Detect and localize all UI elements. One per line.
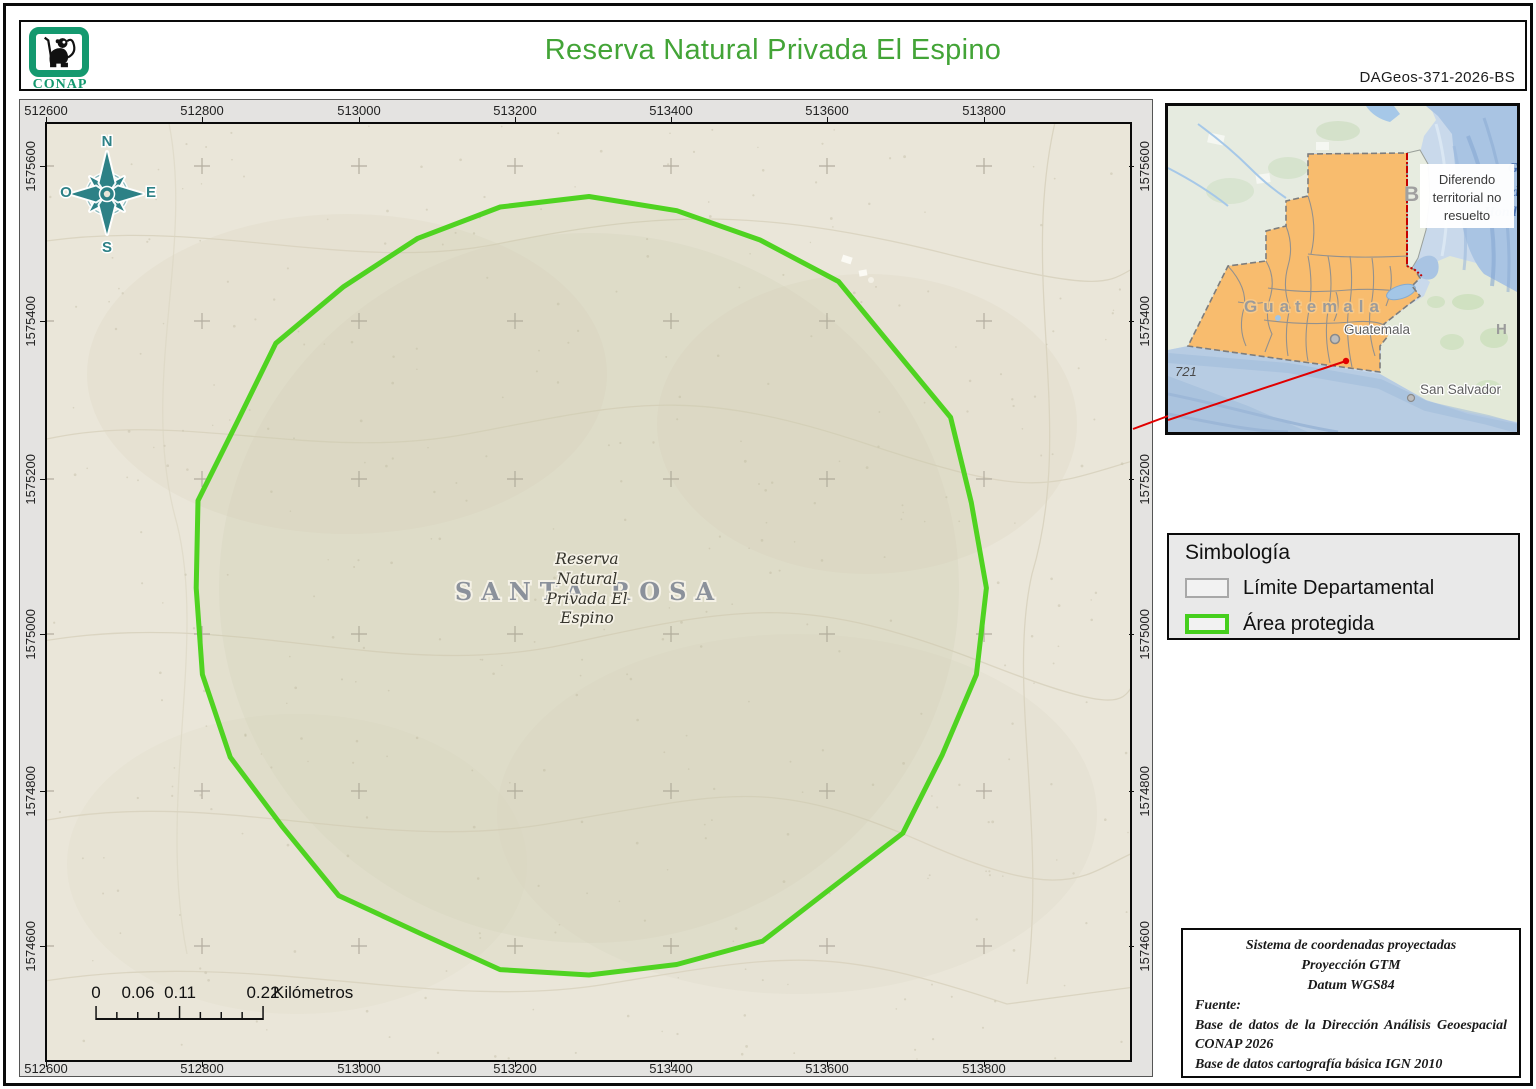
svg-text:Espino: Espino [559,609,613,627]
svg-text:Privada El: Privada El [545,590,627,608]
svg-text:Reserva: Reserva [554,550,618,568]
x-coordinate-label: 513000 [329,103,389,118]
axis-tick [984,117,985,122]
scale-label-011: 0.11 [164,983,196,1002]
axis-tick [515,1062,516,1067]
x-coordinate-label: 513800 [954,103,1014,118]
legend-panel: Simbología Límite Departamental Área pro… [1167,533,1520,640]
svg-text:Diferendo: Diferendo [1439,172,1495,187]
axis-tick [1129,166,1134,167]
source-line-1: Base de datos de la Dirección Análisis G… [1195,1016,1507,1036]
compass-east-label: E [146,184,156,201]
compass-north-label: N [102,133,113,150]
y-coordinate-label: 1575400 [22,286,38,356]
x-coordinate-label: 513400 [641,103,701,118]
y-coordinate-label: 1574600 [1136,911,1152,981]
svg-text:resuelto: resuelto [1444,208,1490,223]
map-canvas: SANTA ROSA Reserva Natural Privada El Es… [45,122,1132,1062]
axis-tick [40,634,45,635]
fuente-label: Fuente: [1195,996,1507,1016]
scale-label-006: 0.06 [121,983,154,1002]
axis-tick [202,117,203,122]
note-box: Diferendo territorial no resuelto [1420,164,1514,228]
honduras-label: H o [1496,321,1517,338]
legend-item-label: Límite Departamental [1243,577,1434,600]
y-coordinate-label: 1574800 [22,756,38,826]
san-salvador-dot [1408,395,1415,402]
axis-tick [984,1062,985,1067]
x-coordinate-label: 513200 [485,103,545,118]
coordinate-system-line: Sistema de coordenadas proyectadas [1195,936,1507,956]
legend-title: Simbología [1185,541,1290,565]
guatemala-city-dot [1331,335,1340,344]
y-coordinate-label: 1575400 [1136,286,1152,356]
x-coordinate-label: 512800 [172,103,232,118]
san-salvador-label: San Salvador [1420,382,1502,397]
legend-item-departmental: Límite Departamental [1185,575,1434,601]
x-coordinate-label: 513600 [797,103,857,118]
belize-label: B [1404,183,1419,206]
map-title: Reserva Natural Privada El Espino [21,34,1525,67]
departmental-boundary-swatch [1185,578,1229,598]
datum-line: Datum WGS84 [1195,976,1507,996]
compass-south-label: S [102,239,112,256]
y-coordinate-label: 1574800 [1136,756,1152,826]
svg-text:territorial no: territorial no [1433,190,1502,205]
axis-tick [46,117,47,122]
scale-unit-label: Kilómetros [273,983,353,1002]
compass-west-label: O [60,184,72,201]
header-bar: CONAP Reserva Natural Privada El Espino … [19,20,1527,91]
compass-rose: N S E O [59,128,159,256]
y-coordinate-label: 1575000 [22,599,38,669]
legend-item-label: Área protegida [1243,613,1374,636]
inset-locator-map: B Gu d Hond Diferendo territorial no res… [1165,103,1520,435]
axis-tick [1129,946,1134,947]
axis-tick [359,117,360,122]
axis-tick [515,117,516,122]
map-document-page: CONAP Reserva Natural Privada El Espino … [0,0,1536,1089]
axis-tick [359,1062,360,1067]
axis-tick [40,166,45,167]
axis-tick [671,1062,672,1067]
scale-label-0: 0 [91,983,100,1002]
guatemala-country-label: Guatemala [1244,297,1385,316]
y-coordinate-label: 1575600 [1136,131,1152,201]
y-coordinate-label: 1575200 [22,444,38,514]
guatemala-city-label: Guatemala [1344,322,1411,337]
axis-tick [1129,479,1134,480]
protected-area-swatch [1185,614,1229,634]
road-721-label: 721 [1175,364,1197,379]
axis-tick [40,791,45,792]
conap-logo-text: CONAP [29,77,91,93]
axis-tick [40,479,45,480]
scale-bar: 0 0.06 0.11 0.22 Kilómetros [87,982,427,1034]
guatemala-overview-map: B Gu d Hond Diferendo territorial no res… [1168,106,1517,432]
axis-tick [40,946,45,947]
axis-tick [1129,634,1134,635]
map-metadata-box: Sistema de coordenadas proyectadas Proye… [1181,928,1521,1078]
y-coordinate-label: 1575200 [1136,444,1152,514]
map-frame: SANTA ROSA Reserva Natural Privada El Es… [19,99,1153,1077]
x-coordinate-label: 512600 [16,103,76,118]
source-line-3: Base de datos cartografía básica IGN 201… [1195,1055,1507,1075]
axis-tick [46,1062,47,1067]
y-coordinate-label: 1574600 [22,911,38,981]
svg-text:Natural: Natural [556,570,618,588]
axis-tick [827,1062,828,1067]
source-line-2: CONAP 2026 [1195,1035,1507,1055]
projection-line: Proyección GTM [1195,956,1507,976]
axis-tick [1129,321,1134,322]
axis-tick [671,117,672,122]
axis-tick [1129,791,1134,792]
y-coordinate-label: 1575000 [1136,599,1152,669]
y-coordinate-label: 1575600 [22,131,38,201]
axis-tick [40,321,45,322]
terrain-map: SANTA ROSA Reserva Natural Privada El Es… [47,124,1130,1060]
legend-item-protected-area: Área protegida [1185,611,1374,637]
axis-tick [827,117,828,122]
document-code: DAGeos-371-2026-BS [1360,69,1515,86]
axis-tick [202,1062,203,1067]
